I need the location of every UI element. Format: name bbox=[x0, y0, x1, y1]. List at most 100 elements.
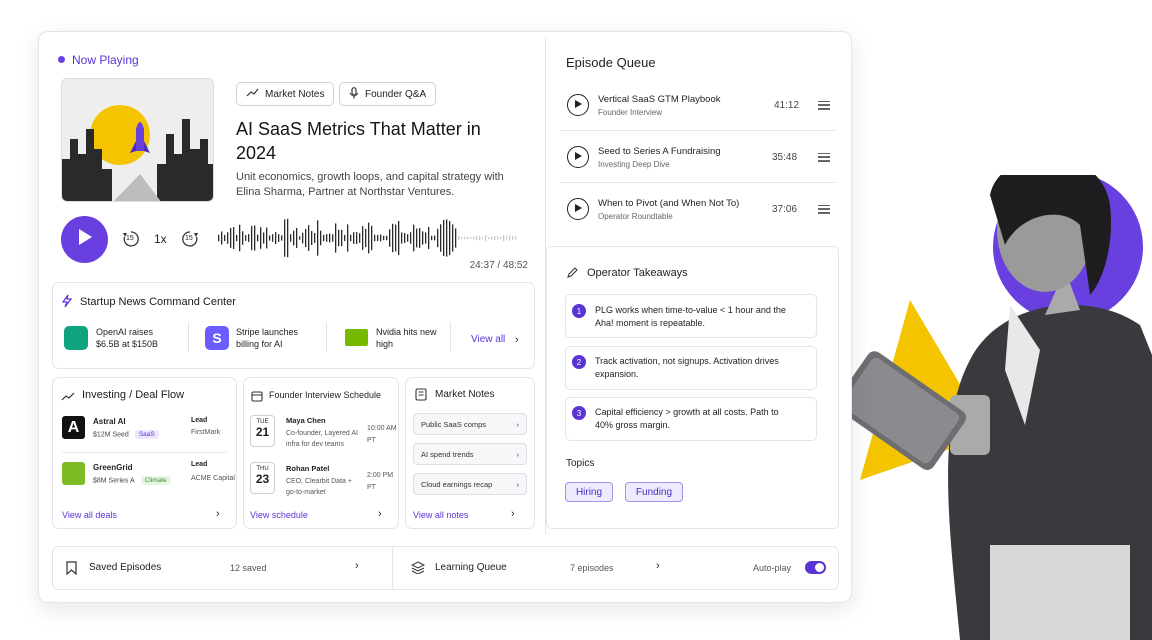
chevron-right-icon[interactable]: › bbox=[216, 508, 220, 520]
chevron-right-icon[interactable]: › bbox=[656, 560, 660, 572]
news-item[interactable]: Nvidia hits new high bbox=[376, 326, 446, 350]
tag-founder-qa[interactable]: Founder Q&A bbox=[339, 82, 437, 106]
skip-back-button[interactable]: 15 bbox=[121, 229, 141, 249]
news-view-all-link[interactable]: View all bbox=[471, 334, 505, 345]
interview-time: 2:00 PM PT bbox=[367, 472, 394, 491]
waveform-bar bbox=[389, 229, 391, 247]
skip-back-label: 15 bbox=[126, 235, 134, 242]
interviewee-name[interactable]: Rohan Patel bbox=[286, 464, 329, 473]
trend-chart-icon bbox=[246, 88, 259, 101]
view-schedule-link[interactable]: View schedule bbox=[250, 510, 308, 520]
waveform-bar bbox=[365, 228, 367, 248]
deal-flow-title: Investing / Deal Flow bbox=[82, 389, 185, 401]
autoplay-toggle[interactable] bbox=[805, 561, 826, 574]
drag-handle-icon[interactable] bbox=[818, 98, 830, 112]
news-item[interactable]: Stripe launches billing for AI bbox=[236, 326, 316, 350]
waveform-bar bbox=[227, 232, 229, 244]
waveform-bar bbox=[476, 235, 478, 241]
waveform-bar bbox=[494, 236, 496, 240]
queue-play-button[interactable] bbox=[567, 198, 589, 220]
interview-time: 10:00 AM PT bbox=[367, 425, 397, 444]
tag-label: Founder Q&A bbox=[365, 88, 427, 100]
playback-time: 24:37 / 48:52 bbox=[469, 260, 528, 271]
waveform-bar bbox=[482, 236, 484, 240]
openai-logo-icon bbox=[64, 326, 88, 350]
interviewee-desc: Co-founder, Layered AI infra for dev tea… bbox=[286, 430, 358, 448]
waveform-bar bbox=[344, 234, 346, 242]
chevron-right-icon[interactable]: › bbox=[355, 560, 359, 572]
date-day: 23 bbox=[255, 472, 270, 486]
waveform-bar bbox=[371, 225, 373, 251]
waveform-bar bbox=[461, 237, 463, 239]
chevron-right-icon: › bbox=[516, 449, 520, 459]
queue-item-show: Operator Roundtable bbox=[598, 212, 673, 221]
drag-handle-icon[interactable] bbox=[818, 150, 830, 164]
skip-forward-label: 15 bbox=[185, 235, 193, 242]
astral-logo-icon: A bbox=[62, 416, 85, 439]
pencil-icon bbox=[566, 266, 579, 284]
waveform-bar bbox=[485, 235, 487, 241]
takeaways-title: Operator Takeaways bbox=[587, 267, 688, 279]
chevron-right-icon: › bbox=[516, 419, 520, 429]
interviewee-name[interactable]: Maya Chen bbox=[286, 416, 326, 425]
news-item[interactable]: OpenAI raises $6.5B at $150B bbox=[96, 326, 176, 350]
now-playing-label: Now Playing bbox=[72, 53, 139, 67]
waveform-bar bbox=[302, 232, 304, 244]
waveform-bar bbox=[326, 234, 328, 242]
audio-waveform[interactable] bbox=[216, 216, 520, 260]
waveform-bar bbox=[506, 236, 508, 240]
note-label: Cloud earnings recap bbox=[421, 479, 493, 489]
waveform-bar bbox=[401, 232, 403, 244]
note-item[interactable]: AI spend trends › bbox=[413, 443, 527, 465]
topic-chip-funding[interactable]: Funding bbox=[625, 482, 683, 502]
waveform-bar bbox=[440, 224, 442, 252]
note-item[interactable]: Cloud earnings recap › bbox=[413, 473, 527, 495]
microphone-icon bbox=[349, 86, 359, 102]
schedule-title: Founder Interview Schedule bbox=[269, 390, 382, 400]
queue-play-button[interactable] bbox=[567, 94, 589, 116]
deal-name[interactable]: GreenGrid bbox=[93, 463, 133, 472]
waveform-bar bbox=[284, 219, 286, 257]
waveform-bar bbox=[245, 235, 247, 241]
waveform-bar bbox=[362, 226, 364, 250]
queue-item-title: Seed to Series A Fundraising bbox=[598, 146, 721, 157]
drag-handle-icon[interactable] bbox=[818, 202, 830, 216]
tag-market-notes[interactable]: Market Notes bbox=[236, 82, 335, 106]
deal-name[interactable]: Astral AI bbox=[93, 417, 126, 426]
waveform-bar bbox=[320, 230, 322, 246]
tag-label: Market Notes bbox=[265, 88, 325, 100]
waveform-bar bbox=[332, 234, 334, 242]
takeaway-text: Capital efficiency > growth at all costs… bbox=[595, 407, 779, 430]
saved-episodes-label[interactable]: Saved Episodes bbox=[89, 562, 161, 573]
deal-firm: ACME Capital bbox=[191, 475, 235, 482]
learning-queue-label[interactable]: Learning Queue bbox=[435, 562, 507, 573]
divider bbox=[450, 322, 451, 352]
play-icon bbox=[77, 228, 93, 251]
view-all-deals-link[interactable]: View all deals bbox=[62, 510, 117, 520]
waveform-bar bbox=[503, 235, 505, 241]
speed-button[interactable]: 1x bbox=[154, 232, 167, 246]
view-all-notes-link[interactable]: View all notes bbox=[413, 510, 468, 520]
deal-role: Lead bbox=[191, 417, 208, 424]
waveform-bar bbox=[305, 228, 307, 248]
queue-play-button[interactable] bbox=[567, 146, 589, 168]
chevron-right-icon[interactable]: › bbox=[378, 508, 382, 520]
chevron-right-icon[interactable]: › bbox=[515, 334, 519, 346]
takeaway-text: PLG works when time-to-value < 1 hour an… bbox=[595, 305, 786, 328]
waveform-bar bbox=[350, 234, 352, 242]
note-item[interactable]: Public SaaS comps › bbox=[413, 413, 527, 435]
waveform-bar bbox=[512, 236, 514, 240]
waveform-bar bbox=[431, 235, 433, 241]
chevron-right-icon[interactable]: › bbox=[511, 508, 515, 520]
topics-title: Topics bbox=[566, 458, 595, 469]
autoplay-label: Auto-play bbox=[753, 563, 792, 573]
waveform-bar bbox=[242, 231, 244, 245]
bookmark-icon bbox=[66, 561, 77, 580]
waveform-bar bbox=[413, 224, 415, 252]
skip-forward-button[interactable]: 15 bbox=[180, 229, 200, 249]
play-button[interactable] bbox=[61, 216, 108, 263]
waveform-bar bbox=[422, 231, 424, 245]
episode-artwork bbox=[61, 78, 214, 202]
waveform-bar bbox=[266, 227, 268, 249]
topic-chip-hiring[interactable]: Hiring bbox=[565, 482, 613, 502]
